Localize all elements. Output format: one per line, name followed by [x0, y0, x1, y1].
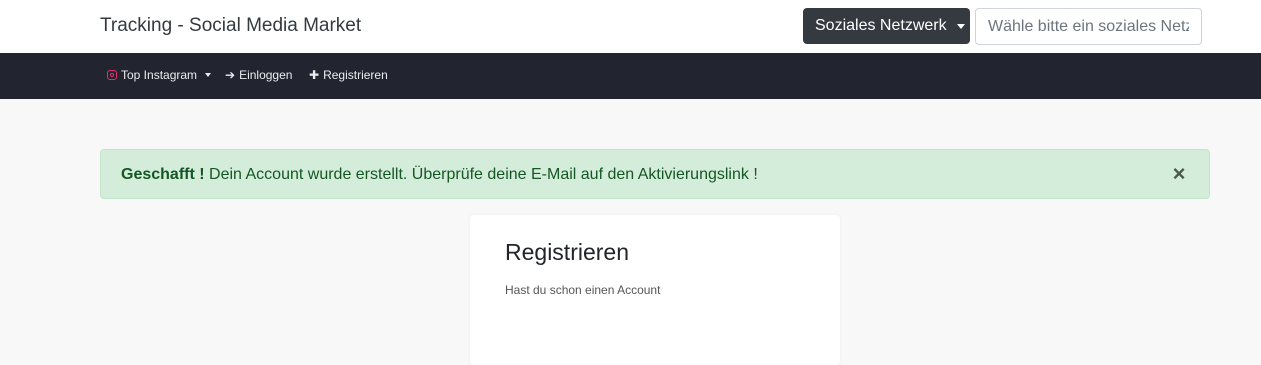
caret-down-icon: [956, 23, 965, 29]
social-network-search-input[interactable]: [975, 8, 1202, 45]
success-alert: Geschafft ! Dein Account wurde erstellt.…: [100, 149, 1210, 199]
nav-item-label: Einloggen: [239, 68, 293, 82]
main-navbar: Top Instagram ➔ Einloggen ✚ Registrieren: [0, 53, 1261, 99]
instagram-icon: [107, 70, 117, 80]
plus-icon: ✚: [309, 68, 320, 82]
alert-message: Dein Account wurde erstellt. Überprüfe d…: [209, 166, 758, 183]
register-card: Registrieren Hast du schon einen Account: [470, 215, 840, 365]
nav-item-top-instagram[interactable]: Top Instagram: [107, 68, 212, 82]
sign-in-icon: ➔: [225, 68, 236, 82]
page-title: Registrieren: [505, 239, 629, 265]
nav-item-einloggen[interactable]: ➔ Einloggen: [225, 68, 292, 82]
nav-item-label: Top Instagram: [121, 68, 198, 82]
social-network-dropdown-label: Soziales Netzwerk: [815, 17, 947, 34]
top-header: Tracking - Social Media Market Soziales …: [0, 0, 1261, 53]
caret-down-icon: [205, 73, 212, 77]
login-hint-text: Hast du schon einen Account: [505, 283, 661, 297]
nav-item-registrieren[interactable]: ✚ Registrieren: [309, 68, 388, 82]
alert-strong-text: Geschafft !: [121, 166, 205, 183]
nav-item-label: Registrieren: [323, 68, 388, 82]
alert-text: Geschafft ! Dein Account wurde erstellt.…: [121, 166, 758, 184]
social-network-dropdown[interactable]: Soziales Netzwerk: [803, 8, 970, 44]
brand-title[interactable]: Tracking - Social Media Market: [100, 15, 361, 37]
close-alert-button[interactable]: ×: [1169, 163, 1189, 185]
